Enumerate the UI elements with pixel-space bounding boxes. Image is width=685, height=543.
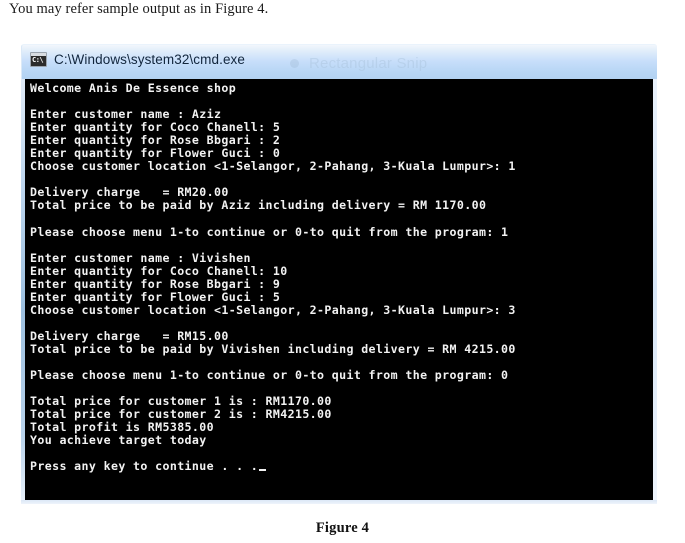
snip-watermark-label: Rectangular Snip <box>309 54 428 72</box>
window-bottom-border <box>21 500 657 504</box>
window-titlebar[interactable]: C:\ C:\Windows\system32\cmd.exe Rectangu… <box>21 44 657 79</box>
snipping-tool-watermark: Rectangular Snip <box>290 47 590 79</box>
titlebar-content: C:\ C:\Windows\system32\cmd.exe <box>30 52 245 67</box>
console-line: Total price to be paid by Vivishen inclu… <box>30 341 516 356</box>
console-line: Enter quantity for Coco Chanell: 10 <box>30 263 288 278</box>
console-line: Choose customer location <1-Selangor, 2-… <box>30 159 516 174</box>
console-line: Choose customer location <1-Selangor, 2-… <box>30 302 516 317</box>
console-line: Welcome Anis De Essence shop <box>30 81 237 95</box>
snip-dot-icon <box>290 58 299 68</box>
console-line: Please choose menu 1-to continue or 0-to… <box>30 224 509 239</box>
console-line: Enter quantity for Rose Bbgari : 9 <box>30 276 281 291</box>
console-line: Enter quantity for Flower Guci : 5 <box>30 289 281 304</box>
window-right-border <box>653 79 657 500</box>
console-line: Enter customer name : Vivishen <box>30 250 251 265</box>
console-text: Welcome Anis De Essence shop Enter custo… <box>30 81 516 473</box>
window-title: C:\Windows\system32\cmd.exe <box>54 52 246 67</box>
cmd-exe-icon-glyph: C:\ <box>32 56 44 64</box>
console-cursor <box>259 469 267 472</box>
figure-caption: Figure 4 <box>315 520 370 536</box>
console-line: Press any key to continue . . . <box>30 460 516 473</box>
console-line: You achieve target today <box>30 433 207 448</box>
console-line: Please choose menu 1-to continue or 0-to… <box>30 368 509 383</box>
cmd-exe-icon: C:\ <box>30 52 47 67</box>
cmd-window: C:\ C:\Windows\system32\cmd.exe Rectangu… <box>21 44 657 504</box>
console-line: Total price to be paid by Aziz including… <box>30 198 487 213</box>
console-output-area[interactable]: Welcome Anis De Essence shop Enter custo… <box>25 79 653 500</box>
console-line: Delivery charge = RM15.00 <box>30 328 229 343</box>
intro-paragraph: You may refer sample output as in Figure… <box>9 1 269 17</box>
